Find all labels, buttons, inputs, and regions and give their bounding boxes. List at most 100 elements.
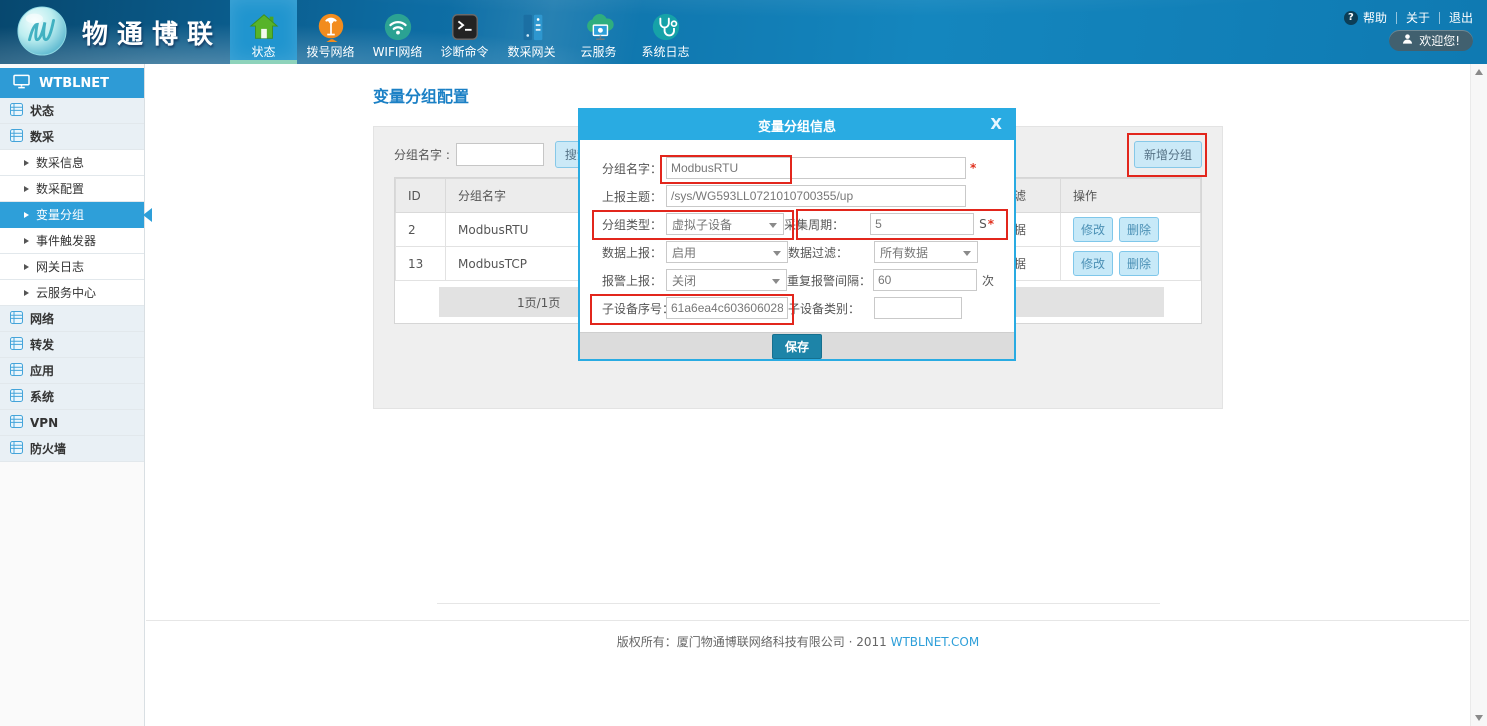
sidebar-item-label: 状态 xyxy=(30,102,54,119)
dialog-title: 变量分组信息 xyxy=(758,116,836,135)
sidebar-item-label: 防火墙 xyxy=(30,440,66,457)
sidebar: WTBLNET 状态 数采 数采信息 数采配置 变量分组 事件触发器 网关日 xyxy=(0,64,145,726)
variable-group-dialog: 变量分组信息 X 分组名字： * 上报主题： 分组类型： 虚拟子设备 采集周期：… xyxy=(578,108,1016,361)
sidebar-item-label: 事件触发器 xyxy=(36,232,96,249)
field-label: 上报主题： xyxy=(602,188,666,205)
footer: 版权所有：厦门物通博联网络科技有限公司 · 2011 WTBLNET.COM xyxy=(373,633,1223,650)
table-icon xyxy=(10,103,23,119)
terminal-icon xyxy=(449,7,481,43)
search-input[interactable] xyxy=(456,143,544,166)
sidebar-item-label: 数采信息 xyxy=(36,154,84,171)
logout-link[interactable]: 退出 xyxy=(1449,9,1473,26)
tab-dial-network[interactable]: 拨号网络 xyxy=(297,0,364,64)
top-nav: 状态 拨号网络 xyxy=(230,0,699,64)
caret-right-icon xyxy=(24,238,29,244)
edit-button[interactable]: 修改 xyxy=(1073,217,1113,242)
report-topic-input[interactable] xyxy=(666,185,966,207)
user-icon xyxy=(1402,33,1413,48)
group-type-select[interactable]: 虚拟子设备 xyxy=(666,213,784,235)
sidebar-item-label: 转发 xyxy=(30,336,54,353)
help-icon: ? xyxy=(1344,11,1358,25)
selected-option: 启用 xyxy=(672,244,696,261)
cell-actions: 修改删除 xyxy=(1061,213,1201,247)
scroll-up-icon[interactable] xyxy=(1475,69,1483,75)
collect-period-input[interactable] xyxy=(870,213,974,235)
tab-system-log[interactable]: 系统日志 xyxy=(632,0,699,64)
table-icon xyxy=(10,389,23,405)
delete-button[interactable]: 删除 xyxy=(1119,217,1159,242)
about-link[interactable]: 关于 xyxy=(1406,9,1430,26)
sidebar-item-vpn[interactable]: VPN xyxy=(0,410,144,436)
brand-name: 物通博联 xyxy=(82,14,222,51)
sidebar-item-data-collect[interactable]: 数采 xyxy=(0,124,144,150)
selected-option: 虚拟子设备 xyxy=(672,216,732,233)
tab-status[interactable]: 状态 xyxy=(230,0,297,64)
data-report-select[interactable]: 启用 xyxy=(666,241,788,263)
caret-right-icon xyxy=(24,290,29,296)
edit-button[interactable]: 修改 xyxy=(1073,251,1113,276)
tab-wifi-network[interactable]: WIFI网络 xyxy=(364,0,431,64)
data-report-row: 数据上报： 启用 数据过滤： 所有数据 xyxy=(602,240,994,264)
sidebar-item-label: 网关日志 xyxy=(36,258,84,275)
tab-label: 状态 xyxy=(251,45,275,59)
sidebar-item-forward[interactable]: 转发 xyxy=(0,332,144,358)
alarm-report-select[interactable]: 关闭 xyxy=(666,269,787,291)
sidebar-item-data-config[interactable]: 数采配置 xyxy=(0,176,144,202)
field-label: 子设备类别： xyxy=(788,300,874,317)
field-label: 数据上报： xyxy=(602,244,666,261)
sidebar-item-network[interactable]: 网络 xyxy=(0,306,144,332)
server-icon xyxy=(516,7,548,43)
sidebar-item-label: 云服务中心 xyxy=(36,284,96,301)
welcome-button[interactable]: 欢迎您! xyxy=(1389,30,1473,51)
field-label: 子设备序号： xyxy=(602,300,666,317)
caret-right-icon xyxy=(24,264,29,270)
sidebar-item-cloud-center[interactable]: 云服务中心 xyxy=(0,280,144,306)
sub-device-type-input[interactable] xyxy=(874,297,962,319)
save-button[interactable]: 保存 xyxy=(772,334,822,359)
sidebar-item-data-info[interactable]: 数采信息 xyxy=(0,150,144,176)
brand-logo: 物通博联 xyxy=(16,5,222,60)
data-filter-select[interactable]: 所有数据 xyxy=(874,241,978,263)
sidebar-item-label: 应用 xyxy=(30,362,54,379)
pagination-label: 1页/1页 xyxy=(517,294,560,311)
sub-device-serial-input[interactable] xyxy=(666,297,788,319)
antenna-icon xyxy=(315,7,347,43)
page: 物通博联 状态 xyxy=(0,0,1487,726)
tab-cloud-service[interactable]: 云服务 xyxy=(565,0,632,64)
field-label: 数据过滤： xyxy=(788,244,874,261)
sidebar-item-variable-group[interactable]: 变量分组 xyxy=(0,202,144,228)
sidebar-item-label: 网络 xyxy=(30,310,54,327)
sidebar-item-application[interactable]: 应用 xyxy=(0,358,144,384)
tab-label: WIFI网络 xyxy=(373,45,423,59)
col-id: ID xyxy=(396,179,446,213)
add-group-button[interactable]: 新增分组 xyxy=(1134,141,1202,168)
close-icon[interactable]: X xyxy=(990,115,1002,133)
welcome-label: 欢迎您! xyxy=(1419,32,1460,49)
wtblnet-link[interactable]: WTBLNET.COM xyxy=(891,635,980,649)
scrollbar[interactable] xyxy=(1470,64,1487,726)
sidebar-item-status[interactable]: 状态 xyxy=(0,98,144,124)
tab-label: 数采网关 xyxy=(507,45,555,59)
tab-label: 云服务 xyxy=(580,45,616,59)
tab-data-gateway[interactable]: 数采网关 xyxy=(498,0,565,64)
field-label: 报警上报： xyxy=(602,272,666,289)
group-type-row: 分组类型： 虚拟子设备 采集周期： S* xyxy=(602,212,994,236)
cell-actions: 修改删除 xyxy=(1061,247,1201,281)
alarm-interval-input[interactable] xyxy=(873,269,977,291)
delete-button[interactable]: 删除 xyxy=(1119,251,1159,276)
topbar-links: ? 帮助 关于 退出 xyxy=(1344,9,1473,26)
logo-sphere-icon xyxy=(16,5,68,60)
sidebar-item-firewall[interactable]: 防火墙 xyxy=(0,436,144,462)
field-label: 重复报警间隔： xyxy=(787,272,873,289)
group-name-input[interactable] xyxy=(666,157,966,179)
caret-right-icon xyxy=(24,212,29,218)
table-icon xyxy=(10,337,23,353)
cell-id: 13 xyxy=(396,247,446,281)
help-link[interactable]: 帮助 xyxy=(1363,9,1387,26)
sidebar-item-system[interactable]: 系统 xyxy=(0,384,144,410)
sidebar-item-event-trigger[interactable]: 事件触发器 xyxy=(0,228,144,254)
sidebar-item-gateway-log[interactable]: 网关日志 xyxy=(0,254,144,280)
field-label: 采集周期： xyxy=(784,216,870,233)
scroll-down-icon[interactable] xyxy=(1475,715,1483,721)
tab-diagnostic-command[interactable]: 诊断命令 xyxy=(431,0,498,64)
